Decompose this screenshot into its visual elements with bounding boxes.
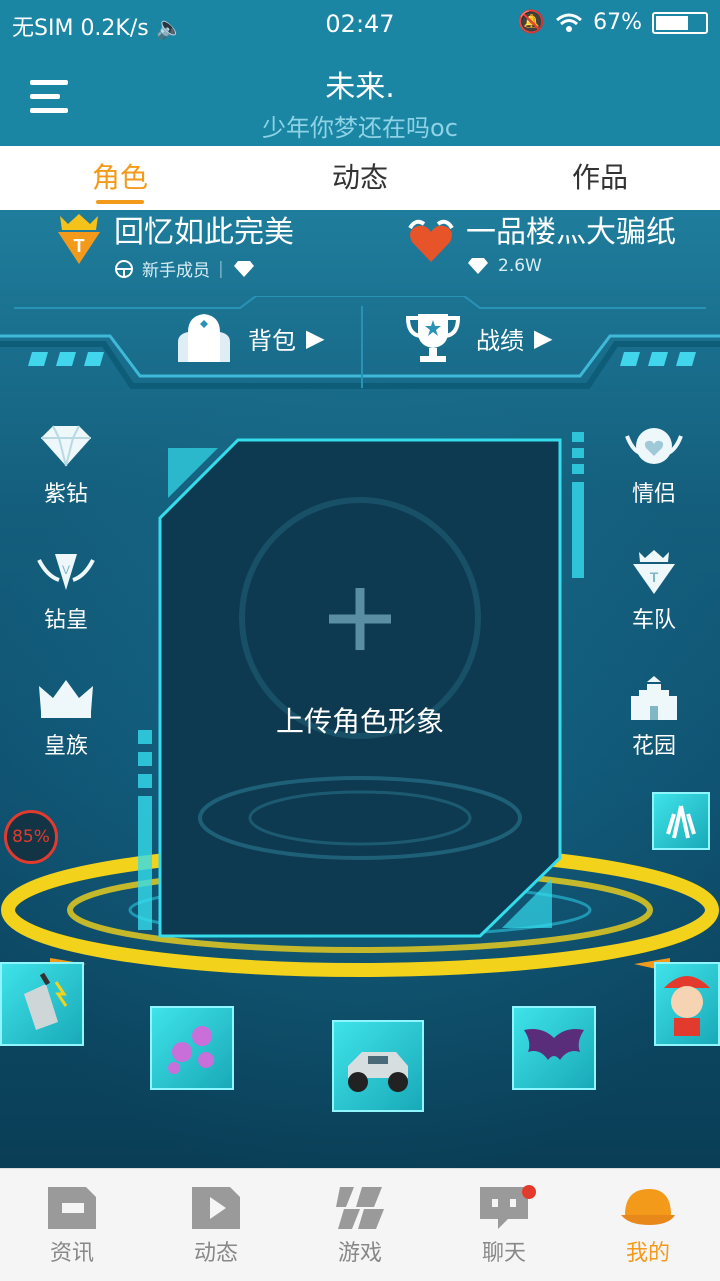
tab-dynamic[interactable]: 动态 [240,146,480,210]
crown-icon [39,680,93,718]
nav-label-mine: 我的 [625,1241,670,1266]
spray-can-icon [24,972,68,1030]
side-left-label-0: 紫钻 [43,482,88,507]
diamond-king-button[interactable]: V 钻皇 [6,550,126,634]
castle-icon [631,676,677,720]
record-button[interactable]: 战绩 ▶ [404,310,552,366]
royal-button[interactable]: 皇族 [6,676,126,760]
status-bar: 无SIM 0.2K/s 🔈 02:47 🔕 67% [0,0,720,48]
item-slot-bat[interactable] [512,1006,596,1090]
bottom-nav: 资讯 动态 游戏 聊天 我的 [0,1168,720,1281]
profile-signature: 少年你梦还在吗oc [262,114,458,142]
item-slot-spray[interactable] [0,962,84,1046]
item-slot-avatar[interactable] [654,962,720,1046]
backpack-button[interactable]: 背包 ▶ [174,310,324,366]
unread-dot [522,1185,536,1199]
nav-label-news: 资讯 [49,1241,94,1266]
nav-dynamic[interactable]: 动态 [144,1169,288,1281]
chopper-avatar-icon [664,976,710,1036]
status-right: 🔕 67% [518,10,708,35]
game-icon [336,1187,384,1229]
team-left-name: 回忆如此完美 [114,215,294,250]
team-right[interactable]: 一品楼灬大骗纸 2.6W [406,214,676,276]
diamond-icon [233,260,254,277]
role-panel: T 回忆如此完美 新手成员 | 一品楼灬大骗纸 2.6W 背包 ▶ 战绩 ▶ 紫… [0,210,720,1168]
item-slot-car[interactable] [332,1020,424,1112]
bat-icon [524,1029,584,1060]
team-right-name: 一品楼灬大骗纸 [466,215,676,250]
heart-badge-icon [625,428,683,464]
tab-works[interactable]: 作品 [480,146,720,210]
diamond-icon [468,258,488,274]
item-slot-wings[interactable] [652,792,710,850]
steering-wheel-icon [115,259,133,278]
diamond-icon [41,425,91,467]
side-right-label-0: 情侣 [631,482,676,507]
nav-news[interactable]: 资讯 [0,1169,144,1281]
progress-badge: 85% [4,810,58,864]
backpack-label: 背包 [248,326,296,355]
couple-button[interactable]: 情侣 [594,424,714,508]
team-button[interactable]: T 车队 [594,550,714,634]
team-right-diamonds: 2.6W [498,256,542,276]
wifi-icon [556,13,583,32]
wings-icon [666,805,696,839]
battery-percent: 67% [593,10,642,35]
mute-icon: 🔕 [517,10,546,35]
team-badge-icon: T [58,214,100,264]
upload-character-label: 上传角色形象 [275,705,444,738]
nav-label-dynamic: 动态 [193,1241,238,1266]
team-badge-icon: T [633,550,675,594]
svg-text:T: T [74,236,85,256]
side-left-label-2: 皇族 [43,734,88,759]
nav-label-chat: 聊天 [481,1241,526,1266]
purple-diamond-button[interactable]: 紫钻 [6,424,126,508]
nav-mine[interactable]: 我的 [576,1169,720,1281]
side-right-label-2: 花园 [631,734,676,759]
team-left[interactable]: T 回忆如此完美 新手成员 | [54,214,294,281]
nav-game[interactable]: 游戏 [288,1169,432,1281]
svg-text:T: T [650,569,659,585]
nav-label-game: 游戏 [337,1241,382,1266]
profile-header: 未来. 少年你梦还在吗oc [0,48,720,146]
cap-icon [621,1189,675,1225]
side-left-label-1: 钻皇 [43,608,88,633]
video-icon [192,1187,240,1229]
svg-text:V: V [62,563,70,577]
arrow-right-icon: ▶ [306,324,325,352]
record-label: 战绩 [476,326,524,355]
action-frame [0,296,720,389]
profile-tabs: 角色 动态 作品 [0,146,720,210]
battery-icon [652,11,708,34]
profile-name: 未来. [325,70,395,105]
side-right-label-1: 车队 [631,608,676,633]
monster-truck-icon [348,1052,408,1092]
winged-badge-icon: V [37,554,95,590]
tab-role[interactable]: 角色 [0,146,240,210]
news-icon [48,1187,96,1229]
arrow-right-icon: ▶ [534,324,553,352]
nav-chat[interactable]: 聊天 [432,1169,576,1281]
trophy-icon [405,314,461,362]
heart-badge-icon [408,219,454,262]
item-slot-petals[interactable] [150,1006,234,1090]
team-left-role: 新手成员 [142,261,210,281]
backpack-icon [178,314,230,362]
character-card[interactable] [158,438,562,938]
petals-icon [168,1026,214,1074]
garden-button[interactable]: 花园 [594,676,714,760]
